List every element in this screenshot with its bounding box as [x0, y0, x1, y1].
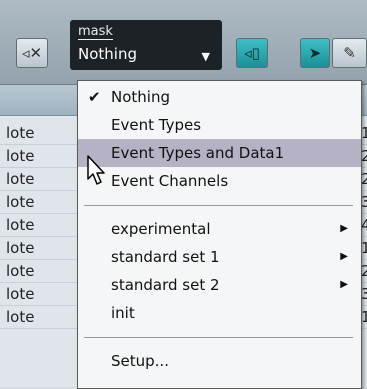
insert-icon: ◃▯	[244, 44, 260, 62]
arrow-tool-icon: ➤	[308, 44, 322, 62]
row-label: lote	[6, 124, 35, 142]
menu-item-event-types-and-data1[interactable]: Event Types and Data1	[78, 139, 361, 167]
menu-item-experimental[interactable]: experimental ▶	[78, 215, 361, 243]
submenu-arrow-icon: ▶	[340, 279, 348, 290]
menu-item-setup[interactable]: Setup...	[78, 347, 361, 375]
menu-item-standard-set-1[interactable]: standard set 1 ▶	[78, 243, 361, 271]
mouse-pointer-icon	[87, 155, 105, 185]
menu-item-label: experimental	[111, 220, 211, 238]
menu-item-standard-set-2[interactable]: standard set 2 ▶	[78, 271, 361, 299]
menu-item-label: standard set 1	[111, 248, 220, 266]
mute-toggle-button[interactable]: ◃✕	[16, 38, 48, 68]
row-label: lote	[6, 147, 35, 165]
menu-item-label: standard set 2	[111, 276, 220, 294]
menu-item-event-channels[interactable]: Event Channels	[78, 167, 361, 195]
submenu-arrow-icon: ▶	[340, 251, 348, 262]
row-label: lote	[6, 285, 35, 303]
row-label: lote	[6, 239, 35, 257]
row-label: lote	[6, 308, 35, 326]
toolbar: ◃✕ mask Nothing ▼ ◃▯ ➤ ✎	[0, 0, 367, 85]
menu-item-label: init	[111, 304, 135, 322]
menu-item-label: Setup...	[111, 352, 169, 370]
menu-item-nothing[interactable]: ✔ Nothing	[78, 83, 361, 111]
insert-mode-button[interactable]: ◃▯	[236, 38, 268, 68]
row-label: lote	[6, 193, 35, 211]
row-label: lote	[6, 170, 35, 188]
pencil-tool-button[interactable]: ✎	[332, 38, 367, 68]
mask-dropdown[interactable]: mask Nothing ▼	[70, 20, 222, 70]
menu-item-label: Nothing	[111, 88, 170, 106]
mask-value: Nothing	[78, 45, 137, 63]
arrow-tool-button[interactable]: ➤	[300, 38, 330, 68]
menu-item-event-types[interactable]: Event Types	[78, 111, 361, 139]
mute-toggle-icon: ◃✕	[21, 44, 43, 62]
menu-separator	[84, 337, 353, 338]
menu-item-label: Event Channels	[111, 172, 229, 190]
menu-separator	[84, 205, 353, 206]
menu-item-init[interactable]: init	[78, 299, 361, 327]
mask-label: mask	[78, 24, 113, 40]
menu-item-label: Event Types	[111, 116, 202, 134]
pencil-icon: ✎	[343, 44, 356, 62]
submenu-arrow-icon: ▶	[340, 223, 348, 234]
menu-item-label: Event Types and Data1	[111, 144, 285, 162]
chevron-down-icon: ▼	[201, 50, 210, 63]
row-label: lote	[6, 262, 35, 280]
checkmark-icon: ✔	[88, 88, 101, 106]
mask-dropdown-menu: ✔ Nothing Event Types Event Types and Da…	[77, 80, 362, 389]
row-label: lote	[6, 216, 35, 234]
